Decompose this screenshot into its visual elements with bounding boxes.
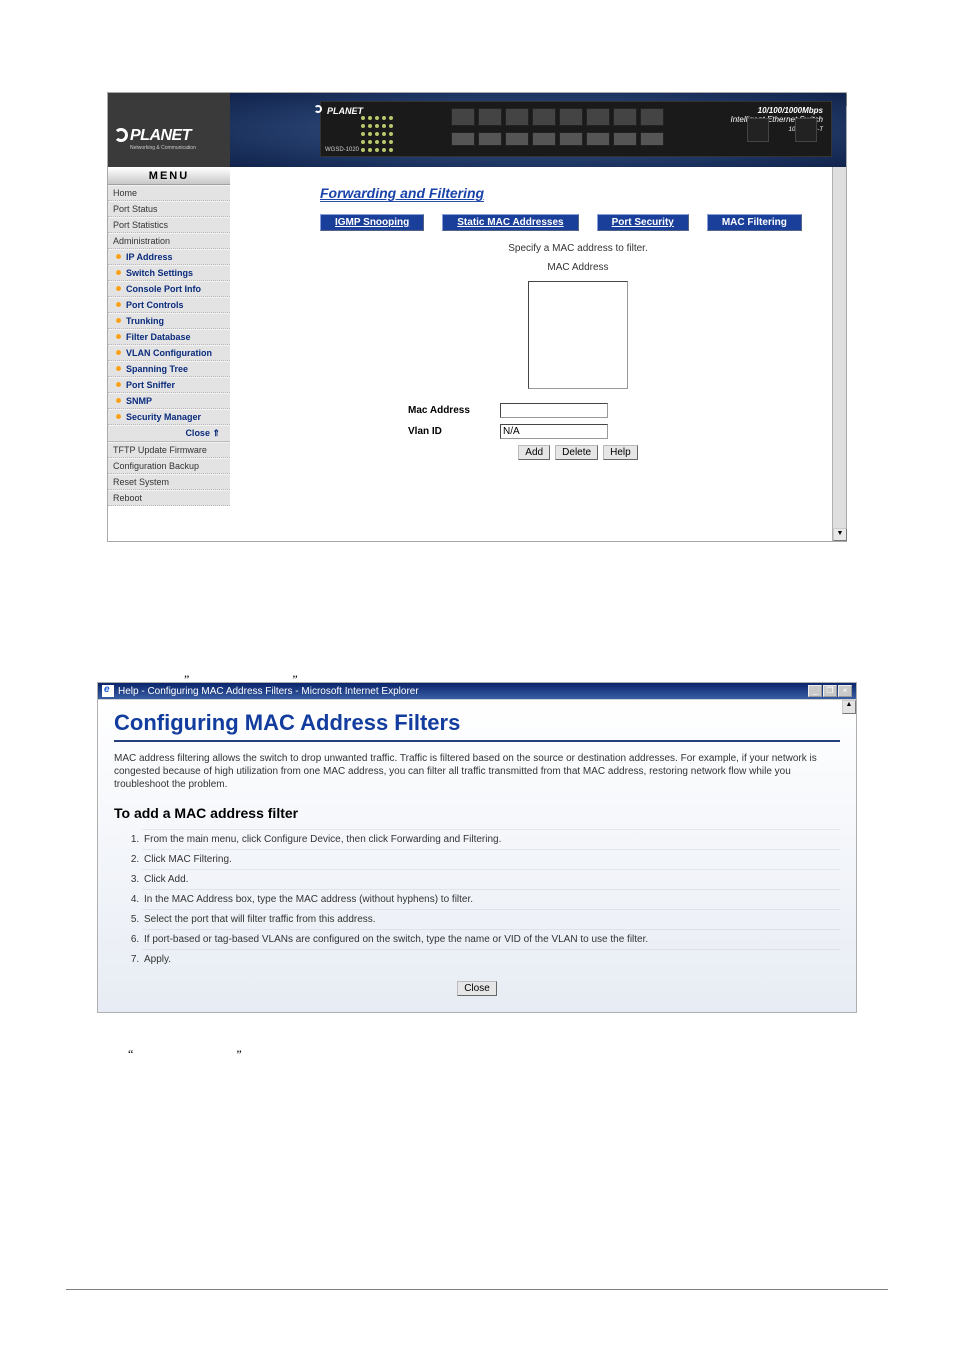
help-step: Apply. (142, 949, 840, 969)
mac-address-label: Mac Address (408, 405, 492, 416)
device-image: PLANET WGSD-1020 10/100/1000MbpsIntellig… (230, 93, 846, 167)
page-title: Forwarding and Filtering (320, 185, 484, 202)
menu-port-statistics[interactable]: Port Statistics (108, 217, 230, 233)
footer-rule (66, 1289, 888, 1290)
help-close-button[interactable]: Close (457, 981, 497, 996)
quote-marks-2: “ ” (128, 1047, 292, 1062)
menu-header: MENU (108, 167, 230, 185)
help-step: Select the port that will filter traffic… (142, 909, 840, 929)
vlan-id-label: Vlan ID (408, 426, 492, 437)
device-brand: PLANET (327, 106, 363, 116)
maximize-button[interactable]: ❐ (823, 685, 837, 697)
menu-filter-database[interactable]: Filter Database (108, 329, 230, 345)
content: Forwarding and Filtering IGMP Snooping S… (230, 167, 846, 470)
menu-port-status[interactable]: Port Status (108, 201, 230, 217)
list-label: MAC Address (320, 262, 836, 273)
vlan-id-row: Vlan ID (408, 424, 836, 439)
tab-bar: IGMP Snooping Static MAC Addresses Port … (320, 214, 836, 231)
menu-reset[interactable]: Reset System (108, 474, 230, 490)
help-body: ▲ Configuring MAC Address Filters MAC ad… (98, 699, 856, 1012)
help-step: If port-based or tag-based VLANs are con… (142, 929, 840, 949)
tab-static-mac[interactable]: Static MAC Addresses (442, 214, 578, 231)
tab-mac-filtering[interactable]: MAC Filtering (707, 214, 802, 231)
menu-close[interactable]: Close ⇑ (108, 425, 230, 442)
scroll-down[interactable]: ▼ (833, 528, 847, 541)
menu-trunking[interactable]: Trunking (108, 313, 230, 329)
menu-switch-settings[interactable]: Switch Settings (108, 265, 230, 281)
help-subheading: To add a MAC address filter (114, 805, 840, 821)
help-scroll-up[interactable]: ▲ (842, 700, 856, 714)
menu-console-port-info[interactable]: Console Port Info (108, 281, 230, 297)
sidebar: PLANET Networking & Communication MENU H… (108, 93, 230, 506)
mac-address-listbox[interactable] (528, 281, 628, 389)
add-button[interactable]: Add (518, 445, 550, 460)
menu-security-manager[interactable]: Security Manager (108, 409, 230, 425)
gap1: ” ” (0, 542, 954, 682)
logo-sub: Networking & Communication (130, 145, 196, 151)
mac-address-row: Mac Address (408, 403, 836, 418)
help-steps: From the main menu, click Configure Devi… (142, 829, 840, 969)
help-window-titlebar: Help - Configuring MAC Address Filters -… (98, 683, 856, 699)
menu-home[interactable]: Home (108, 185, 230, 201)
help-step: From the main menu, click Configure Devi… (142, 829, 840, 849)
menu-ip-address[interactable]: IP Address (108, 249, 230, 265)
menu-config[interactable]: Configuration Backup (108, 458, 230, 474)
logo-ring-icon (114, 128, 128, 142)
tab-port-security[interactable]: Port Security (597, 214, 689, 231)
menu-snmp[interactable]: SNMP (108, 393, 230, 409)
help-step: Click Add. (142, 869, 840, 889)
device-logo-ring-icon (314, 105, 322, 113)
menu-reboot[interactable]: Reboot (108, 490, 230, 506)
menu-administration[interactable]: Administration (108, 233, 230, 249)
menu-vlan-config[interactable]: VLAN Configuration (108, 345, 230, 361)
menu-port-sniffer[interactable]: Port Sniffer (108, 377, 230, 393)
menu: Home Port Status Port Statistics Adminis… (108, 185, 230, 506)
minimize-button[interactable]: _ (808, 685, 822, 697)
window-buttons: _ ❐ × (807, 685, 852, 697)
main-pane: PLANET WGSD-1020 10/100/1000MbpsIntellig… (230, 93, 846, 541)
logo-text: PLANET (130, 127, 191, 145)
close-window-button[interactable]: × (838, 685, 852, 697)
help-button[interactable]: Help (603, 445, 638, 460)
help-heading: Configuring MAC Address Filters (114, 710, 840, 742)
vlan-id-input[interactable] (500, 424, 608, 439)
menu-port-controls[interactable]: Port Controls (108, 297, 230, 313)
tab-igmp-snooping[interactable]: IGMP Snooping (320, 214, 424, 231)
device-model: WGSD-1020 (325, 147, 359, 153)
mac-address-input[interactable] (500, 403, 608, 418)
gap2: “ ” (0, 1013, 954, 1059)
menu-spanning-tree[interactable]: Spanning Tree (108, 361, 230, 377)
help-window-screenshot: Help - Configuring MAC Address Filters -… (97, 682, 857, 1013)
button-row: Add Delete Help (320, 445, 836, 460)
help-step: Click MAC Filtering. (142, 849, 840, 869)
logo: PLANET Networking & Communication (108, 93, 230, 167)
ie-icon (102, 685, 114, 697)
help-step: In the MAC Address box, type the MAC add… (142, 889, 840, 909)
help-intro: MAC address filtering allows the switch … (114, 752, 840, 791)
help-close-row: Close (114, 981, 840, 996)
instruction-text: Specify a MAC address to filter. (320, 243, 836, 254)
menu-tftp[interactable]: TFTP Update Firmware (108, 442, 230, 458)
help-window-title-text: Help - Configuring MAC Address Filters -… (118, 686, 419, 697)
switch-admin-screenshot: ▲ ▼ PLANET Networking & Communication ME… (107, 92, 847, 542)
delete-button[interactable]: Delete (555, 445, 598, 460)
